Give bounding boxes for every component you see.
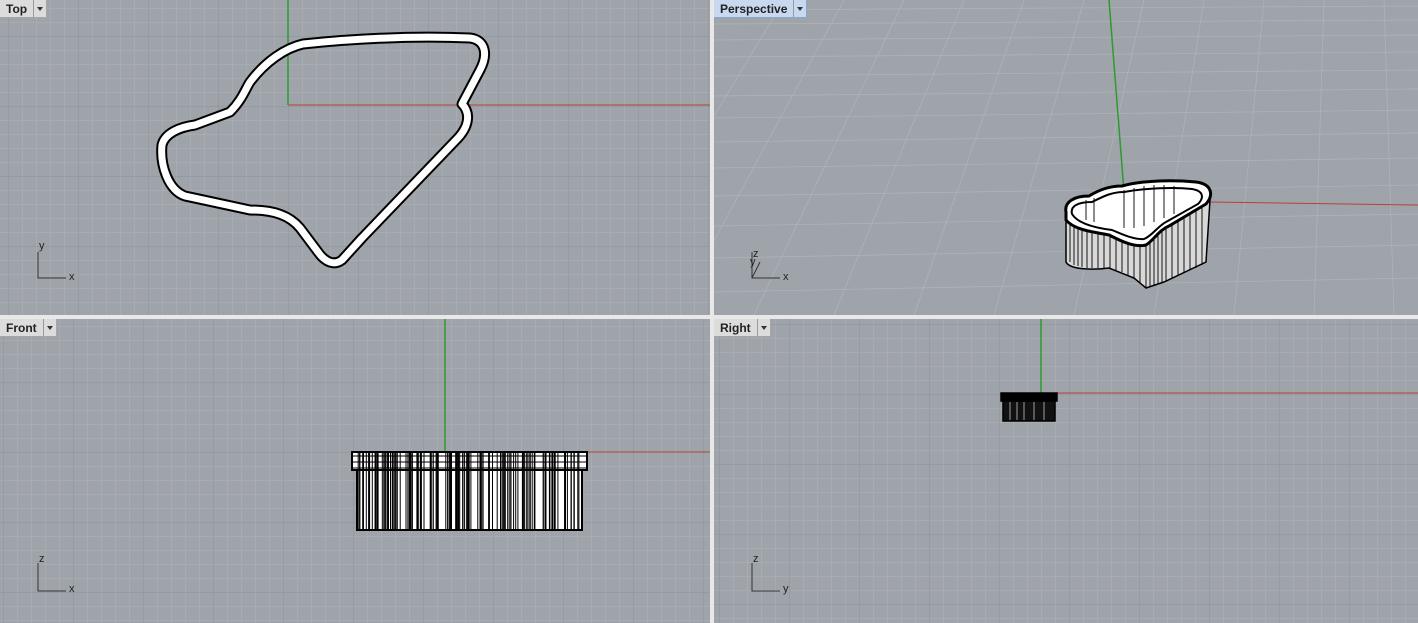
axis-label-y: y bbox=[39, 240, 45, 252]
chevron-down-icon[interactable] bbox=[42, 319, 56, 336]
viewport-top[interactable]: y x Top bbox=[0, 0, 710, 315]
axis-label-z: z bbox=[753, 553, 759, 565]
chevron-down-icon[interactable] bbox=[756, 319, 770, 336]
tab-right[interactable]: Right bbox=[714, 319, 771, 337]
front-elevation-model[interactable] bbox=[351, 451, 588, 531]
axis-label-y: y bbox=[783, 583, 789, 595]
viewport-title-perspective: Perspective bbox=[720, 1, 788, 16]
tab-perspective[interactable]: Perspective bbox=[714, 0, 808, 18]
perspective-viewport-canvas[interactable]: z y x bbox=[714, 0, 1418, 315]
viewport-title-front: Front bbox=[6, 320, 37, 335]
right-viewport-canvas[interactable]: z y bbox=[714, 319, 1418, 623]
viewport-front[interactable]: z x Front bbox=[0, 319, 710, 623]
viewport-right[interactable]: z y Right bbox=[714, 319, 1418, 623]
axis-label-x: x bbox=[69, 583, 75, 595]
axis-label-z: z bbox=[39, 553, 45, 565]
chevron-down-icon[interactable] bbox=[793, 0, 806, 17]
top-viewport-canvas[interactable]: y x bbox=[0, 0, 710, 315]
viewport-title-top: Top bbox=[6, 1, 28, 16]
viewport-title-right: Right bbox=[720, 320, 751, 335]
right-elevation-model[interactable] bbox=[1000, 392, 1058, 422]
axis-label-x: x bbox=[69, 271, 75, 283]
viewport-perspective[interactable]: z y x Perspective bbox=[714, 0, 1418, 315]
tab-front[interactable]: Front bbox=[0, 319, 57, 337]
axis-label-y: y bbox=[750, 256, 756, 268]
chevron-down-icon[interactable] bbox=[33, 0, 46, 17]
front-viewport-canvas[interactable]: z x bbox=[0, 319, 710, 623]
axis-label-x: x bbox=[783, 271, 789, 283]
tab-top[interactable]: Top bbox=[0, 0, 48, 18]
